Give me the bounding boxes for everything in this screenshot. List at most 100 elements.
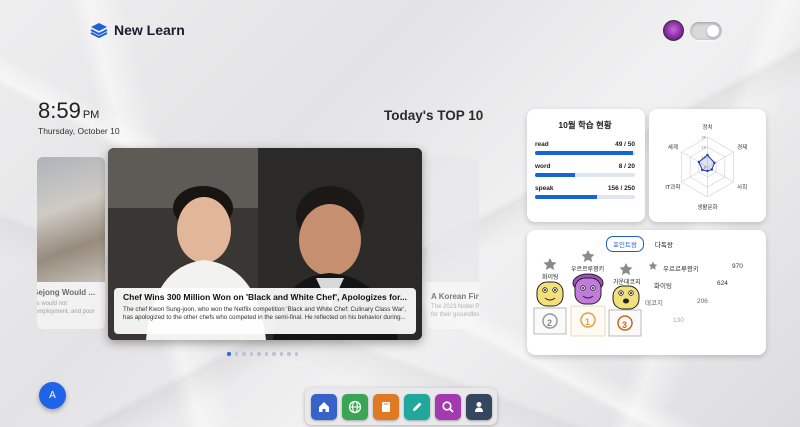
podium-name-1st: 우르르루쾅키 <box>571 267 605 273</box>
globe-icon <box>348 400 361 413</box>
clock-time: 8:59 <box>38 98 81 123</box>
radar-axis-label: 사회 <box>737 183 747 191</box>
medal-rank-2: 2 <box>547 318 553 328</box>
radar-tick-label: 20 <box>701 146 706 150</box>
carousel-dot[interactable] <box>279 352 283 356</box>
search-icon <box>441 400 454 413</box>
carousel-dot[interactable] <box>257 352 261 356</box>
card-image <box>37 157 105 282</box>
card-desc-line: ts would not <box>37 301 68 307</box>
card-image <box>427 157 479 282</box>
radar-axis-label: 세계 <box>668 143 678 151</box>
clock-widget: 8:59 PM Thursday, October 10 <box>38 98 120 136</box>
carousel-dots[interactable] <box>227 352 298 356</box>
user-icon <box>474 401 483 412</box>
ranking-panel: 포인트왕 다독왕 화이팅 우르르루쾅키 가운데코지 2 1 3 우르르루쾅키 9… <box>527 230 766 355</box>
podium-graphic <box>533 250 642 337</box>
progress-fill <box>535 195 598 199</box>
progress-fill <box>535 173 575 177</box>
rank-list-name: 데코지 <box>645 300 663 307</box>
radar-axis-label: 경제 <box>737 143 747 151</box>
theme-toggle[interactable] <box>690 22 722 40</box>
carousel-dot[interactable] <box>294 352 298 356</box>
card-desc: The chef Kwon Sung-joon, who won the Net… <box>123 306 407 322</box>
character-first <box>572 273 604 305</box>
rank-list-name: 우르르루쾅키 <box>663 266 699 273</box>
radar-axis-label: 정치 <box>702 123 712 131</box>
character-third <box>612 285 640 310</box>
dock-pencil-button[interactable] <box>403 393 430 420</box>
carousel-dot[interactable] <box>287 352 291 356</box>
toggle-knob <box>707 25 719 37</box>
study-row: word 8 / 20 <box>535 163 635 177</box>
card-title: Sejong Would ... <box>37 288 96 297</box>
card-desc-line: for their groundbrea <box>431 312 479 318</box>
radar-axis-label: IT과학 <box>665 183 680 191</box>
tab-reading[interactable]: 다독왕 <box>648 236 680 252</box>
carousel-dot[interactable] <box>234 352 238 356</box>
section-title: Today's TOP 10 <box>384 108 484 123</box>
app-logo[interactable]: New Learn <box>90 22 185 38</box>
card-desc-line: employment, and poor <box>37 309 95 315</box>
carousel-card-next[interactable]: A Korean First The 2023 Nobel Priz for t… <box>427 157 479 329</box>
podium-name-2nd: 화이팅 <box>542 275 559 281</box>
study-value: 8 / 20 <box>618 163 635 170</box>
clock-date: Thursday, October 10 <box>38 126 120 136</box>
carousel-card-prev[interactable]: Sejong Would ... ts would not employment… <box>37 157 105 329</box>
star-icon <box>581 250 595 262</box>
star-icon <box>648 261 658 270</box>
carousel-dot[interactable] <box>249 352 253 356</box>
carousel-dot[interactable] <box>242 352 246 356</box>
carousel-dot[interactable] <box>227 352 231 356</box>
card-desc-line: The 2023 Nobel Priz <box>431 304 479 310</box>
user-avatar[interactable] <box>663 20 684 41</box>
radar-point <box>713 161 716 165</box>
book-icon <box>381 401 390 412</box>
rank-list-points: 624 <box>717 280 728 287</box>
rank-list-points: 206 <box>697 298 708 305</box>
radar-tick-label: 30 <box>701 136 706 140</box>
app-name: New Learn <box>114 22 185 38</box>
progress-bar <box>535 195 635 199</box>
category-radar-panel: 정치경제사회생활문화IT과학세계3020100 <box>649 109 766 222</box>
study-value: 156 / 250 <box>607 185 635 192</box>
medal-rank-3: 3 <box>622 320 628 330</box>
progress-bar <box>535 151 635 155</box>
card-title: A Korean First <box>431 292 479 301</box>
radar-point <box>706 153 709 157</box>
dock-home-button[interactable] <box>310 393 337 420</box>
carousel-card-active[interactable]: Chef Wins 300 Million Won on 'Black and … <box>108 148 422 340</box>
progress-bar <box>535 173 635 177</box>
rank-list-points: 970 <box>732 263 743 270</box>
pencil-icon <box>412 402 421 411</box>
star-icon <box>619 263 633 275</box>
dock-book-button[interactable] <box>372 393 399 420</box>
assistant-button[interactable]: A <box>39 382 66 409</box>
radar-point <box>701 168 704 172</box>
carousel-dot[interactable] <box>272 352 276 356</box>
dock-globe-button[interactable] <box>341 393 368 420</box>
dock-search-button[interactable] <box>434 393 461 420</box>
radar-axis-label: 생활문화 <box>697 203 717 211</box>
study-row: read 49 / 50 <box>535 141 635 155</box>
app-dock <box>305 388 497 425</box>
rank-list-points: 130 <box>673 317 684 324</box>
star-icon <box>543 258 557 270</box>
home-icon <box>318 401 329 412</box>
card-caption: Chef Wins 300 Million Won on 'Black and … <box>114 288 416 334</box>
study-row: speak 156 / 250 <box>535 185 635 199</box>
character-second <box>536 281 564 307</box>
study-label: read <box>535 141 549 148</box>
carousel-dot[interactable] <box>264 352 268 356</box>
study-label: word <box>535 163 551 170</box>
dock-user-button[interactable] <box>465 393 492 420</box>
study-value: 49 / 50 <box>615 141 635 148</box>
card-title: Chef Wins 300 Million Won on 'Black and … <box>123 292 407 302</box>
podium-name-3rd: 가운데코지 <box>613 280 641 286</box>
radar-chart: 정치경제사회생활문화IT과학세계3020100 <box>665 123 747 211</box>
rank-list-name: 화이팅 <box>654 283 672 290</box>
radar-point <box>706 169 709 173</box>
study-label: speak <box>535 185 554 192</box>
study-status-panel: 10월 학습 현황 read 49 / 50 word 8 / 20 speak 15… <box>527 109 645 222</box>
progress-fill <box>535 151 633 155</box>
